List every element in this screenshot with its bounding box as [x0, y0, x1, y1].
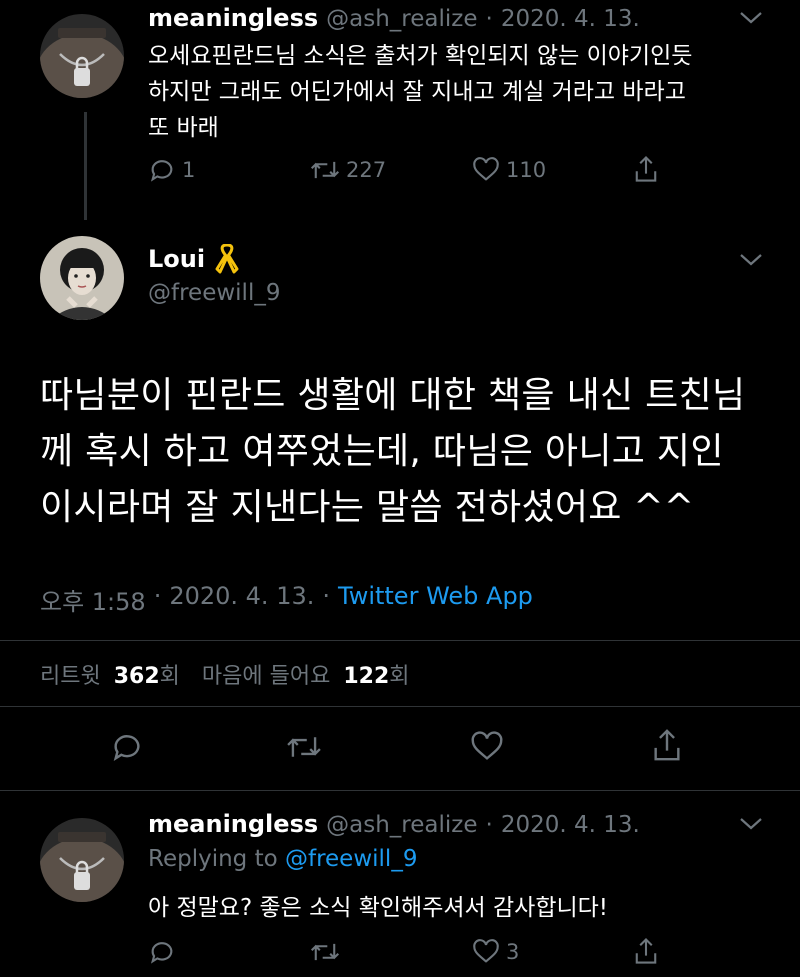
share-icon [635, 937, 657, 964]
chevron-down-icon[interactable] [738, 816, 764, 836]
reply-icon [150, 160, 173, 182]
display-name[interactable]: Loui [148, 245, 205, 273]
user-handle[interactable]: @freewill_9 [148, 280, 280, 306]
tweet-date[interactable]: 2020. 4. 13. [169, 582, 314, 617]
retweets-unit: 회 [159, 664, 180, 689]
divider [0, 640, 800, 641]
tweet-timestamp-row: 오후 1:58 · 2020. 4. 13. · Twitter Web App [40, 582, 533, 617]
tweet-text-line: 따님분이 핀란드 생활에 대한 책을 내신 트친님 [40, 375, 746, 416]
like-button[interactable]: 3 [472, 938, 519, 966]
like-button[interactable] [470, 730, 504, 764]
tweet-time[interactable]: 오후 1:58 [40, 582, 146, 617]
likes-unit: 회 [389, 664, 410, 689]
tweet-source-link[interactable]: Twitter Web App [338, 582, 533, 617]
user-handle[interactable]: @ash_realize [326, 812, 477, 838]
like-count: 110 [506, 158, 547, 182]
like-count: 3 [506, 940, 520, 964]
thread-connector-line [84, 112, 87, 220]
retweets-count: 362 [113, 664, 160, 689]
tweet-date[interactable]: 2020. 4. 13. [501, 6, 640, 32]
reply-icon [150, 942, 173, 964]
likes-count: 122 [343, 664, 390, 689]
divider [0, 706, 800, 707]
engagement-stats: 리트윗 362회 마음에 들어요 122회 [40, 658, 410, 690]
tweet-text-line: 께 혹시 하고 여쭈었는데, 따님은 아니고 지인 [40, 431, 724, 472]
display-name[interactable]: meaningless [148, 4, 318, 32]
separator-dot: · [153, 582, 162, 610]
share-button[interactable] [632, 936, 660, 966]
replying-to: Replying to @freewill_9 [148, 846, 417, 872]
retweet-button[interactable]: 227 [310, 156, 386, 184]
retweet-icon [310, 161, 340, 179]
chevron-down-icon[interactable] [738, 252, 764, 272]
tweet-text-line: 오세요핀란드님 소식은 출처가 확인되지 않는 이야기인듯 [148, 43, 693, 69]
retweet-icon [287, 737, 321, 757]
divider [0, 790, 800, 791]
likes-label: 마음에 들어요 [201, 664, 331, 689]
replying-to-label: Replying to [148, 846, 278, 872]
avatar[interactable] [40, 818, 124, 902]
heart-icon [473, 939, 499, 963]
share-button[interactable] [632, 154, 660, 184]
tweet-date[interactable]: 2020. 4. 13. [501, 812, 640, 838]
yellow-ribbon-icon [215, 244, 239, 274]
separator-dot: · [485, 6, 493, 32]
retweet-button[interactable] [286, 730, 322, 764]
retweets-stat[interactable]: 리트윗 362회 [40, 658, 180, 690]
retweet-count: 227 [346, 158, 387, 182]
tweet-text: 아 정말요? 좋은 소식 확인해주셔서 감사합니다! [148, 895, 609, 921]
likes-stat[interactable]: 마음에 들어요 122회 [202, 658, 410, 690]
tweet-header: meaningless @ash_realize · 2020. 4. 13. [148, 810, 640, 838]
main-tweet-header: Loui [148, 244, 239, 274]
tweet-text: 오세요핀란드님 소식은 출처가 확인되지 않는 이야기인듯 하지만 그래도 어딘… [148, 38, 788, 146]
main-tweet-text: 따님분이 핀란드 생활에 대한 책을 내신 트친님 께 혹시 하고 여쭈었는데,… [40, 368, 780, 536]
tweet-text-line: 이시라며 잘 지낸다는 말씀 전하셨어요 ^^ [40, 487, 695, 528]
avatar[interactable] [40, 14, 124, 98]
heart-icon [471, 731, 503, 760]
separator-dot: · [322, 582, 330, 610]
reply-icon [113, 735, 140, 761]
reply-count: 1 [182, 158, 196, 182]
tweet-text-line: 또 바래 [148, 115, 219, 141]
heart-icon [473, 157, 499, 181]
like-button[interactable]: 110 [472, 156, 546, 184]
reply-button[interactable] [148, 938, 176, 966]
retweets-label: 리트윗 [40, 664, 101, 689]
retweet-icon [310, 943, 340, 961]
display-name[interactable]: meaningless [148, 810, 318, 838]
user-avatar-image [40, 14, 124, 98]
chevron-down-icon[interactable] [738, 10, 764, 30]
avatar[interactable] [40, 236, 124, 320]
user-avatar-image [40, 818, 124, 902]
reply-button[interactable] [110, 730, 144, 764]
tweet-header: meaningless @ash_realize · 2020. 4. 13. [148, 4, 640, 32]
reply-button[interactable]: 1 [148, 156, 195, 184]
share-button[interactable] [650, 726, 684, 764]
user-avatar-image [40, 236, 124, 320]
tweet-text-line: 하지만 그래도 어딘가에서 잘 지내고 계실 거라고 바라고 [148, 79, 686, 105]
user-handle[interactable]: @ash_realize [326, 6, 477, 32]
retweet-button[interactable] [310, 938, 340, 966]
share-icon [654, 729, 680, 761]
share-icon [635, 155, 657, 182]
separator-dot: · [485, 812, 493, 838]
replying-to-handle[interactable]: @freewill_9 [285, 846, 417, 872]
